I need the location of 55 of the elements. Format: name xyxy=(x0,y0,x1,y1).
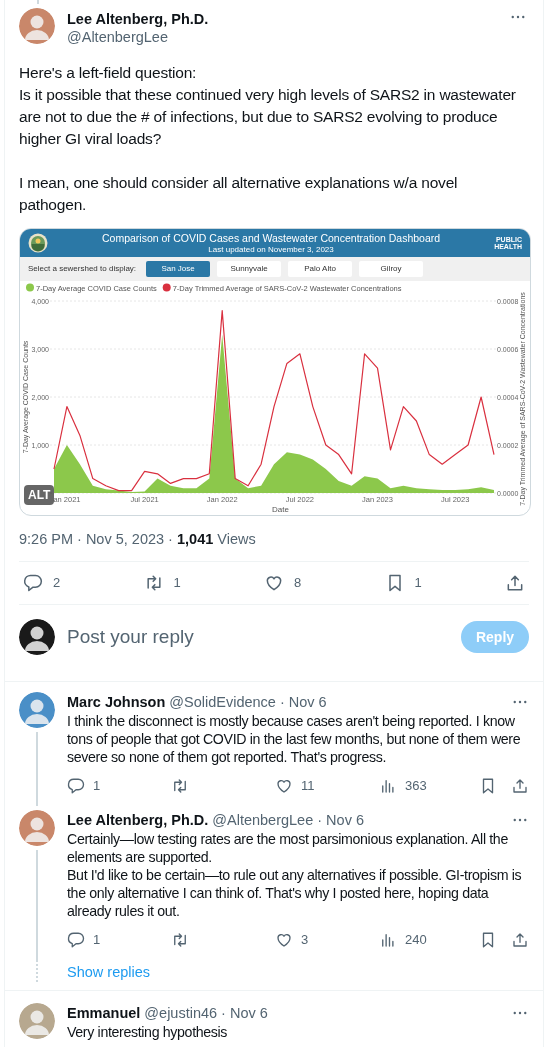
share-icon xyxy=(511,931,529,949)
reply-text: Very interesting hypothesis xyxy=(67,1023,229,1041)
avatar[interactable] xyxy=(19,619,55,655)
alt-badge[interactable]: ALT xyxy=(24,485,55,505)
heart-icon xyxy=(275,777,293,795)
author-handle[interactable]: @AltenbergLee xyxy=(67,28,168,46)
reply-icon xyxy=(67,777,85,795)
heart-icon xyxy=(275,931,293,949)
action-button[interactable]: 2 xyxy=(23,573,61,593)
reply-icon xyxy=(67,931,85,949)
author-handle[interactable]: @SolidEvidence xyxy=(169,692,276,712)
axis-title: Date xyxy=(272,505,289,514)
action-button[interactable] xyxy=(511,931,529,949)
action-button[interactable]: 1 xyxy=(67,930,171,950)
post-date[interactable]: · Nov 6 xyxy=(221,1003,268,1023)
sewershed-tab[interactable]: Gilroy xyxy=(359,261,424,277)
heart-icon xyxy=(264,573,284,593)
share-icon xyxy=(505,573,525,593)
author-name[interactable]: Lee Altenberg, Ph.D. xyxy=(67,10,209,28)
action-button[interactable]: 11 xyxy=(275,776,379,796)
dashboard-image[interactable] xyxy=(19,228,531,516)
action-button[interactable]: 8 xyxy=(264,573,302,593)
reply-icon xyxy=(23,573,43,593)
action-button[interactable]: 1 xyxy=(384,573,422,593)
action-button[interactable] xyxy=(505,573,525,593)
dashboard-subtitle: Last updated on November 3, 2023 xyxy=(208,245,334,254)
author-handle[interactable]: @AltenbergLee xyxy=(212,810,314,830)
author-name[interactable]: Lee Altenberg, Ph.D. xyxy=(67,810,209,830)
sewershed-tab[interactable]: San Jose xyxy=(146,261,211,277)
action-button[interactable] xyxy=(511,777,529,795)
selector-label: Select a sewershed to display: xyxy=(28,263,137,275)
seal-icon xyxy=(28,233,48,253)
sewershed-tab[interactable]: Sunnyvale xyxy=(217,261,282,277)
reply-text: I think the disconnect is mostly because cases aren't being reported. I know tons of people that got COVID in the last few months, but none of them were severe so none of them got reported. That's progress. xyxy=(67,712,522,766)
author-name[interactable]: Emmanuel xyxy=(67,1003,141,1023)
author-name[interactable]: Marc Johnson xyxy=(67,692,166,712)
bar-chart-icon xyxy=(379,777,397,795)
repost-icon xyxy=(171,931,189,949)
post-date[interactable]: · Nov 6 xyxy=(317,810,364,830)
action-button[interactable]: 1 xyxy=(67,776,171,796)
tweet-timestamp: 9:26 PM · Nov 5, 2023 · 1,041 Views xyxy=(19,530,257,549)
action-button[interactable]: 3 xyxy=(275,930,379,950)
dashboard-title: Comparison of COVID Cases and Wastewater Concentration Dashboard xyxy=(102,232,441,245)
bar-chart-icon xyxy=(379,931,397,949)
post-date[interactable]: · Nov 6 xyxy=(279,692,327,712)
author-handle[interactable]: @ejustin46 xyxy=(144,1003,218,1023)
action-button[interactable]: 1 xyxy=(143,573,181,593)
tweet-text: Here's a left-field question: Is it possible that these continued very high levels of SARS2 in wastewater are not to due the # of infections, but due to SARS2 evolving to produce higher GI viral loads? xyxy=(19,63,517,149)
reply-text: Certainly—low testing rates are the most parsimonious explanation. All the elements are supported. But I'd like to be certain—to rule out any alternatives if possible. GI-tropism is the only alternative I can think of. That's why I posted here, hoping data already rules it out. xyxy=(67,830,523,920)
share-icon xyxy=(511,777,529,795)
action-button[interactable]: 240 xyxy=(379,930,479,950)
repost-icon xyxy=(171,777,189,795)
tweet-text: I mean, one should consider all alternative explanations w/a novel pathogen. xyxy=(19,173,459,215)
sewershed-tab[interactable]: Palo Alto xyxy=(288,261,353,277)
action-button[interactable]: 363 xyxy=(379,776,479,796)
